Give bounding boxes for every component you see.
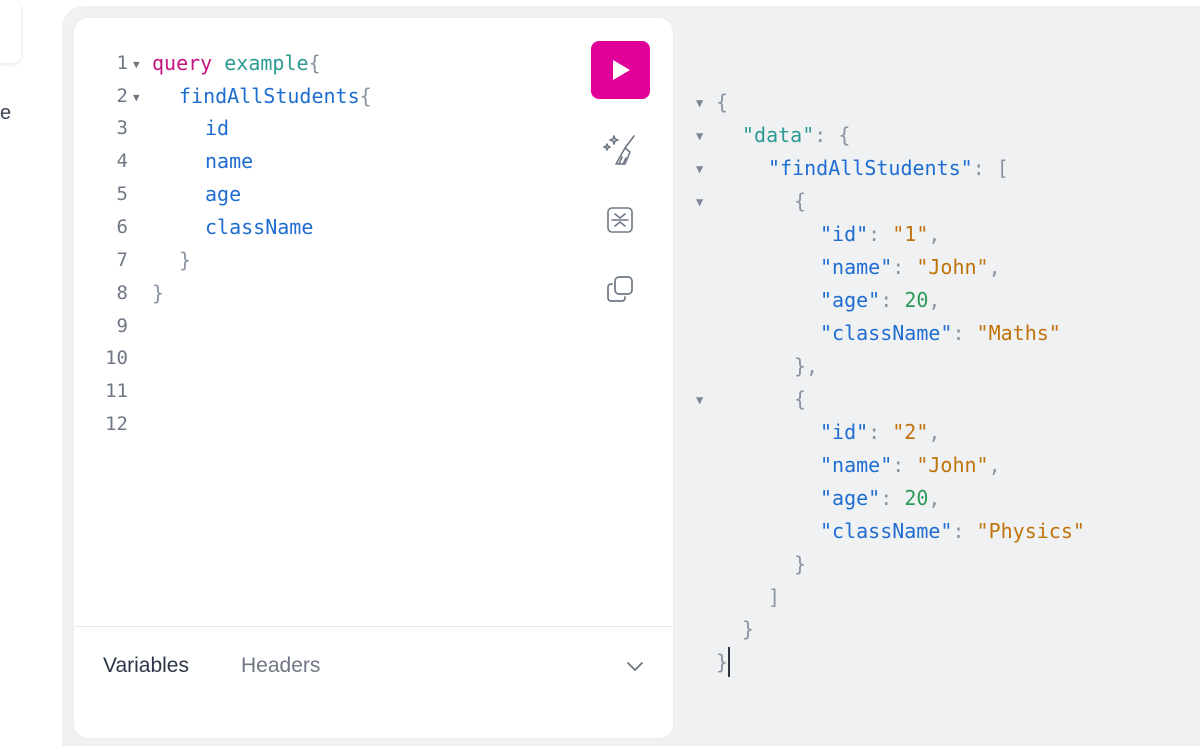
result-brace: {	[716, 90, 729, 114]
line-number: 12	[105, 413, 128, 435]
copy-query-button[interactable]	[603, 272, 637, 306]
brace-open: {	[359, 84, 372, 108]
query-editor-card	[74, 18, 673, 738]
field-age: age	[205, 182, 242, 206]
result-entry: "className": "Physics"	[820, 519, 1085, 543]
fold-arrow-icon[interactable]: ▼	[696, 384, 703, 417]
result-entry: "age": 20,	[820, 486, 941, 510]
operation-name: example	[224, 51, 309, 75]
result-root-line: "findAllStudents": [	[768, 156, 1009, 180]
line-number: 7	[116, 249, 128, 271]
line-number: 6	[116, 216, 128, 238]
line-number: 2	[116, 85, 128, 107]
result-bracket: ]	[768, 585, 781, 609]
fold-arrow-icon[interactable]: ▼	[133, 48, 140, 81]
fold-arrow-icon[interactable]: ▼	[133, 81, 140, 114]
chevron-down-icon[interactable]	[624, 655, 646, 677]
result-brace: }	[716, 650, 729, 674]
result-brace: {	[794, 189, 807, 213]
line-number: 8	[116, 282, 128, 304]
result-key: "age"	[820, 486, 881, 510]
result-key: "className"	[820, 519, 953, 543]
result-value: 20	[904, 486, 929, 510]
result-entry: "name": "John",	[820, 255, 1001, 279]
editor-tools-divider	[75, 626, 672, 627]
merge-fragments-icon	[607, 207, 633, 233]
query-keyword: query	[152, 51, 213, 75]
result-key: "data"	[742, 123, 815, 147]
result-key: "name"	[820, 453, 893, 477]
line-number: 4	[116, 150, 128, 172]
brace-open: {	[308, 51, 321, 75]
line-number: 3	[116, 117, 128, 139]
prettify-button[interactable]	[603, 133, 637, 167]
result-entry: "name": "John",	[820, 453, 1001, 477]
result-value: 20	[904, 288, 929, 312]
result-value: "2"	[892, 420, 929, 444]
line-number: 9	[116, 315, 128, 337]
brace-close: }	[179, 248, 192, 272]
result-entry: "className": "Maths"	[820, 321, 1061, 345]
result-key: "id"	[820, 420, 869, 444]
copy-icon	[607, 276, 633, 302]
field-classname: className	[205, 215, 314, 239]
result-key: "name"	[820, 255, 893, 279]
root-field: findAllStudents	[179, 84, 360, 108]
result-key: "age"	[820, 288, 881, 312]
result-value: "Physics"	[976, 519, 1085, 543]
result-value: "John"	[916, 255, 989, 279]
field-id: id	[205, 116, 230, 140]
fold-arrow-icon[interactable]: ▼	[696, 153, 703, 186]
result-brace: },	[794, 354, 819, 378]
fold-arrow-icon[interactable]: ▼	[696, 87, 703, 120]
result-entry: "id": "2",	[820, 420, 941, 444]
left-panel-card	[0, 0, 21, 63]
fold-arrow-icon[interactable]: ▼	[696, 120, 703, 153]
result-data-line: "data": {	[742, 123, 851, 147]
text-cursor	[728, 647, 730, 677]
code-line-1: query example{	[152, 47, 321, 80]
result-brace: }	[742, 617, 755, 641]
result-value: "1"	[892, 222, 929, 246]
result-key: "findAllStudents"	[768, 156, 973, 180]
result-value: "Maths"	[976, 321, 1061, 345]
field-name: name	[205, 149, 254, 173]
brace-close: }	[152, 281, 165, 305]
result-key: "id"	[820, 222, 869, 246]
result-brace: {	[794, 387, 807, 411]
play-icon	[612, 60, 630, 80]
line-number: 1	[116, 52, 128, 74]
result-entry: "age": 20,	[820, 288, 941, 312]
line-number: 11	[105, 380, 128, 402]
merge-fragments-button[interactable]	[603, 203, 637, 237]
result-entry: "id": "1",	[820, 222, 941, 246]
fold-arrow-icon[interactable]: ▼	[696, 186, 703, 219]
result-brace: }	[794, 552, 807, 576]
result-value: "John"	[916, 453, 989, 477]
line-number: 10	[105, 347, 128, 369]
prettify-icon	[603, 135, 635, 165]
result-key: "className"	[820, 321, 953, 345]
tab-headers[interactable]: Headers	[241, 654, 320, 678]
run-query-button[interactable]	[591, 41, 650, 99]
code-line-2: findAllStudents{	[179, 80, 372, 113]
left-panel-text-fragment: e	[0, 102, 12, 124]
tab-variables[interactable]: Variables	[103, 654, 189, 678]
line-number: 5	[116, 183, 128, 205]
